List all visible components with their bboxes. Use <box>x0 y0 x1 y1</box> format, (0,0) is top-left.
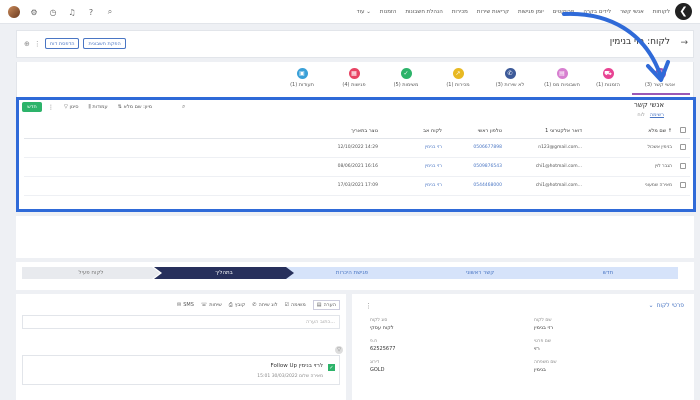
cell-parent[interactable]: רזי בנימין <box>382 138 446 158</box>
details-section-header[interactable]: ⌄ פרטי לקוח <box>648 302 684 309</box>
col-header-email[interactable]: דואר אלקטרוני 1 <box>506 125 586 139</box>
checklist-icon: ✓ <box>400 68 412 79</box>
back-arrow-icon[interactable]: → <box>680 38 688 48</box>
columns-button[interactable]: ⫼ עמודות <box>89 104 108 110</box>
new-contact-button[interactable]: חדש <box>22 102 42 112</box>
tab-certificates[interactable]: ▣ תעודות (1) <box>272 68 332 88</box>
cell-name: הגבר לוין <box>586 157 676 177</box>
task-done-icon[interactable]: ✓ <box>328 364 335 371</box>
col-header-parent[interactable]: לקוח אב <box>382 125 446 139</box>
stage-first-contact[interactable]: קשר ראשוני <box>410 267 550 279</box>
filter-icon[interactable]: ▽ <box>335 346 343 354</box>
stage-new[interactable]: חדש <box>538 267 678 279</box>
create-invoice-button[interactable]: הפקת חשבונית <box>83 38 126 49</box>
row-checkbox[interactable] <box>680 143 686 150</box>
contacts-toolbar: ⋮ ▽ סינון ⫼ עמודות ⇅ מיון: שם מלא <box>48 101 152 113</box>
table-header-row: ↑ שם מלא דואר אלקטרוני 1 טלפון ראשי לקוח… <box>24 125 690 139</box>
note-input[interactable]: כתוב הערה... <box>22 315 340 329</box>
cell-phone[interactable]: 0509876543 <box>446 157 506 177</box>
stage-in-process[interactable]: בתהליך <box>154 267 294 279</box>
cell-email: ...chi1@hotmail.com <box>506 157 586 177</box>
table-row[interactable]: הגבר לוין ...chi1@hotmail.com 0509876543… <box>24 157 690 177</box>
annotation-arrow <box>562 11 670 82</box>
cell-phone[interactable]: 0544468000 <box>446 176 506 196</box>
stage-active-customer[interactable]: לקוח פעיל <box>22 267 160 279</box>
activity-item[interactable]: ✓ Follow Up לרזי בנימין מאירה שלום 30/03… <box>22 355 340 385</box>
action-file[interactable]: ⎙ קובץ <box>229 300 246 310</box>
phone-icon: ✆ <box>504 68 516 79</box>
search-icon[interactable]: ⌕ <box>182 103 185 111</box>
table-row[interactable]: בנימין אשכול ...n123@gmail.com 050667789… <box>24 138 690 158</box>
tab-meetings[interactable]: ▦ פגישות (4) <box>324 68 384 88</box>
document-icon: ▣ <box>296 68 308 79</box>
tab-sales[interactable]: ↗ מכירות (1) <box>428 68 488 88</box>
add-icon[interactable]: ⊕ <box>24 40 30 48</box>
tab-tasks[interactable]: ✓ משימות (5) <box>376 68 436 88</box>
help-icon[interactable]: ? <box>86 7 96 17</box>
nav-item-sales[interactable]: מכירות <box>452 9 468 15</box>
action-calls[interactable]: ☏ שיחות <box>201 300 222 310</box>
select-all-checkbox[interactable] <box>680 127 686 134</box>
more-icon[interactable]: ⋮ <box>48 104 54 111</box>
calendar-icon: ▦ <box>348 68 360 79</box>
activity-actions: ✉ SMS ☏ שיחות ⎙ קובץ ✆ לוג שיחה ☑ משימה … <box>177 300 340 310</box>
cell-email: ...n123@gmail.com <box>506 138 586 158</box>
cell-name: בנימין אשכול <box>586 138 676 158</box>
search-icon[interactable]: ⌕ <box>105 7 115 17</box>
contacts-table: ↑ שם מלא דואר אלקטרוני 1 טלפון ראשי לקוח… <box>24 125 690 196</box>
contacts-panel-title: אנשי קשר <box>633 101 664 109</box>
cell-created: 17:09 17/03/2021 <box>322 176 382 196</box>
table-row[interactable]: מאירה שמעוני ...chi1@hotmail.com 0544468… <box>24 176 690 196</box>
clock-icon[interactable]: ◷ <box>48 7 58 17</box>
cell-phone[interactable]: 0506677898 <box>446 138 506 158</box>
nav-item-calendar[interactable]: יומן פגישות <box>518 9 544 15</box>
view-switcher: לוח רשימה <box>637 112 664 118</box>
tab-service[interactable]: ✆ לא שירות (3) <box>480 68 540 88</box>
view-board-link[interactable]: לוח <box>637 112 644 118</box>
action-sms[interactable]: ✉ SMS <box>177 300 194 310</box>
cell-created: 14:29 12/10/2022 <box>322 138 382 158</box>
more-icon[interactable]: ⋮ <box>34 40 41 48</box>
stage-intro-meeting[interactable]: פגישת היכרות <box>282 267 422 279</box>
view-list-link[interactable]: רשימה <box>650 112 664 118</box>
empty-card <box>16 216 694 258</box>
active-tab-indicator <box>632 93 690 95</box>
top-utility-icons: ⚙ ◷ ♫ ? ⌕ <box>8 0 115 24</box>
details-col-left: סוג לקוח לקוח עסקי ח.פ 62525677 דירוג GO… <box>370 318 396 373</box>
col-header-name[interactable]: ↑ שם מלא <box>586 125 676 139</box>
filter-button[interactable]: ▽ סינון <box>64 104 79 110</box>
user-avatar[interactable] <box>8 6 20 18</box>
row-checkbox[interactable] <box>680 181 686 188</box>
cell-parent[interactable]: רזי בנימין <box>382 157 446 177</box>
cell-name: מאירה שמעוני <box>586 176 676 196</box>
chart-icon: ↗ <box>452 68 464 79</box>
cell-parent[interactable]: רזי בנימין <box>382 176 446 196</box>
sort-button[interactable]: ⇅ מיון: שם מלא <box>118 104 152 110</box>
nav-item-orders[interactable]: הזמנות <box>380 9 397 15</box>
print-report-button[interactable]: הדפסת דוח <box>44 38 80 49</box>
gear-icon[interactable]: ⚙ <box>29 7 39 17</box>
nav-item-more[interactable]: עוד ⌄ <box>357 9 371 15</box>
header-actions: ⊕ ⋮ הדפסת דוח הפקת חשבונית <box>24 38 126 49</box>
action-call-log[interactable]: ✆ לוג שיחה <box>252 300 277 310</box>
action-note[interactable]: ▤ הערה <box>312 300 340 310</box>
cell-created: 16:16 08/06/2021 <box>322 157 382 177</box>
chevron-down-icon: ⌄ <box>648 302 654 309</box>
bell-icon[interactable]: ♫ <box>67 7 77 17</box>
cell-email: ...chi1@hotmail.com <box>506 176 586 196</box>
row-checkbox[interactable] <box>680 162 686 169</box>
col-header-created[interactable]: נוצר בתאריך <box>322 125 382 139</box>
more-icon[interactable]: ⋮ <box>365 302 372 310</box>
nav-item-service[interactable]: קריאות שירות <box>477 9 509 15</box>
col-header-phone[interactable]: טלפון ראשי <box>446 125 506 139</box>
nav-item-accounting[interactable]: הנהלת חשבונות <box>405 9 442 15</box>
action-task[interactable]: ☑ משימה <box>285 300 306 310</box>
details-col-right: שם לקוח רזי בנימין שם פרטי רזי שם משפחה … <box>534 318 557 373</box>
